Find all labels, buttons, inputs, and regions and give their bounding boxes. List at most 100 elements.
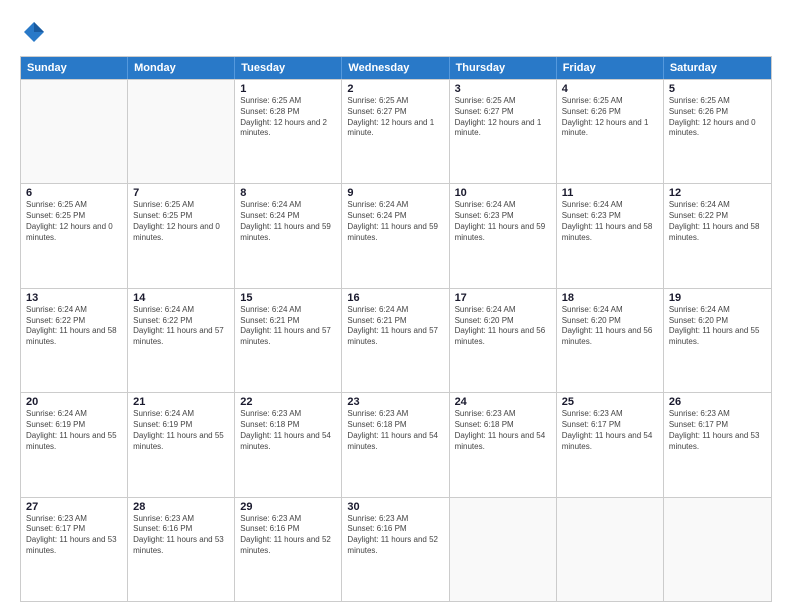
day-17: 17Sunrise: 6:24 AM Sunset: 6:20 PM Dayli…	[450, 289, 557, 392]
day-info: Sunrise: 6:23 AM Sunset: 6:16 PM Dayligh…	[347, 514, 443, 557]
empty-cell-4-4	[450, 498, 557, 601]
header	[20, 18, 772, 46]
day-number: 16	[347, 292, 443, 304]
day-18: 18Sunrise: 6:24 AM Sunset: 6:20 PM Dayli…	[557, 289, 664, 392]
empty-cell-0-0	[21, 80, 128, 183]
day-24: 24Sunrise: 6:23 AM Sunset: 6:18 PM Dayli…	[450, 393, 557, 496]
day-info: Sunrise: 6:24 AM Sunset: 6:23 PM Dayligh…	[562, 200, 658, 243]
day-15: 15Sunrise: 6:24 AM Sunset: 6:21 PM Dayli…	[235, 289, 342, 392]
day-number: 2	[347, 83, 443, 95]
day-12: 12Sunrise: 6:24 AM Sunset: 6:22 PM Dayli…	[664, 184, 771, 287]
day-11: 11Sunrise: 6:24 AM Sunset: 6:23 PM Dayli…	[557, 184, 664, 287]
day-info: Sunrise: 6:24 AM Sunset: 6:22 PM Dayligh…	[26, 305, 122, 348]
day-number: 11	[562, 187, 658, 199]
day-2: 2Sunrise: 6:25 AM Sunset: 6:27 PM Daylig…	[342, 80, 449, 183]
day-number: 30	[347, 501, 443, 513]
day-info: Sunrise: 6:25 AM Sunset: 6:27 PM Dayligh…	[455, 96, 551, 139]
day-20: 20Sunrise: 6:24 AM Sunset: 6:19 PM Dayli…	[21, 393, 128, 496]
empty-cell-4-5	[557, 498, 664, 601]
header-monday: Monday	[128, 57, 235, 79]
day-number: 18	[562, 292, 658, 304]
day-info: Sunrise: 6:25 AM Sunset: 6:27 PM Dayligh…	[347, 96, 443, 139]
header-thursday: Thursday	[450, 57, 557, 79]
day-27: 27Sunrise: 6:23 AM Sunset: 6:17 PM Dayli…	[21, 498, 128, 601]
day-number: 25	[562, 396, 658, 408]
day-info: Sunrise: 6:24 AM Sunset: 6:19 PM Dayligh…	[26, 409, 122, 452]
calendar-header-row: SundayMondayTuesdayWednesdayThursdayFrid…	[21, 57, 771, 79]
day-19: 19Sunrise: 6:24 AM Sunset: 6:20 PM Dayli…	[664, 289, 771, 392]
day-number: 20	[26, 396, 122, 408]
day-info: Sunrise: 6:23 AM Sunset: 6:18 PM Dayligh…	[240, 409, 336, 452]
day-info: Sunrise: 6:24 AM Sunset: 6:22 PM Dayligh…	[669, 200, 766, 243]
calendar: SundayMondayTuesdayWednesdayThursdayFrid…	[20, 56, 772, 602]
day-14: 14Sunrise: 6:24 AM Sunset: 6:22 PM Dayli…	[128, 289, 235, 392]
week-row-5: 27Sunrise: 6:23 AM Sunset: 6:17 PM Dayli…	[21, 497, 771, 601]
day-3: 3Sunrise: 6:25 AM Sunset: 6:27 PM Daylig…	[450, 80, 557, 183]
day-9: 9Sunrise: 6:24 AM Sunset: 6:24 PM Daylig…	[342, 184, 449, 287]
day-number: 26	[669, 396, 766, 408]
day-number: 29	[240, 501, 336, 513]
day-25: 25Sunrise: 6:23 AM Sunset: 6:17 PM Dayli…	[557, 393, 664, 496]
day-info: Sunrise: 6:24 AM Sunset: 6:22 PM Dayligh…	[133, 305, 229, 348]
day-number: 22	[240, 396, 336, 408]
day-number: 4	[562, 83, 658, 95]
day-number: 21	[133, 396, 229, 408]
header-sunday: Sunday	[21, 57, 128, 79]
day-info: Sunrise: 6:25 AM Sunset: 6:25 PM Dayligh…	[26, 200, 122, 243]
day-22: 22Sunrise: 6:23 AM Sunset: 6:18 PM Dayli…	[235, 393, 342, 496]
day-info: Sunrise: 6:25 AM Sunset: 6:28 PM Dayligh…	[240, 96, 336, 139]
day-info: Sunrise: 6:24 AM Sunset: 6:21 PM Dayligh…	[347, 305, 443, 348]
header-wednesday: Wednesday	[342, 57, 449, 79]
day-5: 5Sunrise: 6:25 AM Sunset: 6:26 PM Daylig…	[664, 80, 771, 183]
day-number: 19	[669, 292, 766, 304]
day-29: 29Sunrise: 6:23 AM Sunset: 6:16 PM Dayli…	[235, 498, 342, 601]
day-26: 26Sunrise: 6:23 AM Sunset: 6:17 PM Dayli…	[664, 393, 771, 496]
day-info: Sunrise: 6:23 AM Sunset: 6:17 PM Dayligh…	[562, 409, 658, 452]
day-info: Sunrise: 6:23 AM Sunset: 6:16 PM Dayligh…	[133, 514, 229, 557]
day-info: Sunrise: 6:23 AM Sunset: 6:17 PM Dayligh…	[669, 409, 766, 452]
day-28: 28Sunrise: 6:23 AM Sunset: 6:16 PM Dayli…	[128, 498, 235, 601]
calendar-body: 1Sunrise: 6:25 AM Sunset: 6:28 PM Daylig…	[21, 79, 771, 601]
page: SundayMondayTuesdayWednesdayThursdayFrid…	[0, 0, 792, 612]
day-number: 10	[455, 187, 551, 199]
empty-cell-0-1	[128, 80, 235, 183]
week-row-2: 6Sunrise: 6:25 AM Sunset: 6:25 PM Daylig…	[21, 183, 771, 287]
day-number: 3	[455, 83, 551, 95]
day-info: Sunrise: 6:24 AM Sunset: 6:24 PM Dayligh…	[240, 200, 336, 243]
header-friday: Friday	[557, 57, 664, 79]
day-info: Sunrise: 6:24 AM Sunset: 6:20 PM Dayligh…	[562, 305, 658, 348]
day-number: 15	[240, 292, 336, 304]
day-number: 27	[26, 501, 122, 513]
day-number: 28	[133, 501, 229, 513]
day-number: 8	[240, 187, 336, 199]
day-4: 4Sunrise: 6:25 AM Sunset: 6:26 PM Daylig…	[557, 80, 664, 183]
day-number: 5	[669, 83, 766, 95]
day-number: 7	[133, 187, 229, 199]
header-tuesday: Tuesday	[235, 57, 342, 79]
header-saturday: Saturday	[664, 57, 771, 79]
day-6: 6Sunrise: 6:25 AM Sunset: 6:25 PM Daylig…	[21, 184, 128, 287]
day-info: Sunrise: 6:25 AM Sunset: 6:26 PM Dayligh…	[562, 96, 658, 139]
day-info: Sunrise: 6:23 AM Sunset: 6:18 PM Dayligh…	[347, 409, 443, 452]
day-1: 1Sunrise: 6:25 AM Sunset: 6:28 PM Daylig…	[235, 80, 342, 183]
day-13: 13Sunrise: 6:24 AM Sunset: 6:22 PM Dayli…	[21, 289, 128, 392]
day-info: Sunrise: 6:24 AM Sunset: 6:23 PM Dayligh…	[455, 200, 551, 243]
day-number: 1	[240, 83, 336, 95]
day-number: 12	[669, 187, 766, 199]
day-info: Sunrise: 6:25 AM Sunset: 6:25 PM Dayligh…	[133, 200, 229, 243]
day-10: 10Sunrise: 6:24 AM Sunset: 6:23 PM Dayli…	[450, 184, 557, 287]
logo	[20, 18, 52, 46]
day-info: Sunrise: 6:24 AM Sunset: 6:19 PM Dayligh…	[133, 409, 229, 452]
day-info: Sunrise: 6:23 AM Sunset: 6:17 PM Dayligh…	[26, 514, 122, 557]
day-info: Sunrise: 6:25 AM Sunset: 6:26 PM Dayligh…	[669, 96, 766, 139]
day-16: 16Sunrise: 6:24 AM Sunset: 6:21 PM Dayli…	[342, 289, 449, 392]
day-info: Sunrise: 6:23 AM Sunset: 6:18 PM Dayligh…	[455, 409, 551, 452]
week-row-3: 13Sunrise: 6:24 AM Sunset: 6:22 PM Dayli…	[21, 288, 771, 392]
day-info: Sunrise: 6:24 AM Sunset: 6:20 PM Dayligh…	[669, 305, 766, 348]
day-number: 9	[347, 187, 443, 199]
week-row-1: 1Sunrise: 6:25 AM Sunset: 6:28 PM Daylig…	[21, 79, 771, 183]
day-8: 8Sunrise: 6:24 AM Sunset: 6:24 PM Daylig…	[235, 184, 342, 287]
day-30: 30Sunrise: 6:23 AM Sunset: 6:16 PM Dayli…	[342, 498, 449, 601]
day-21: 21Sunrise: 6:24 AM Sunset: 6:19 PM Dayli…	[128, 393, 235, 496]
day-number: 14	[133, 292, 229, 304]
